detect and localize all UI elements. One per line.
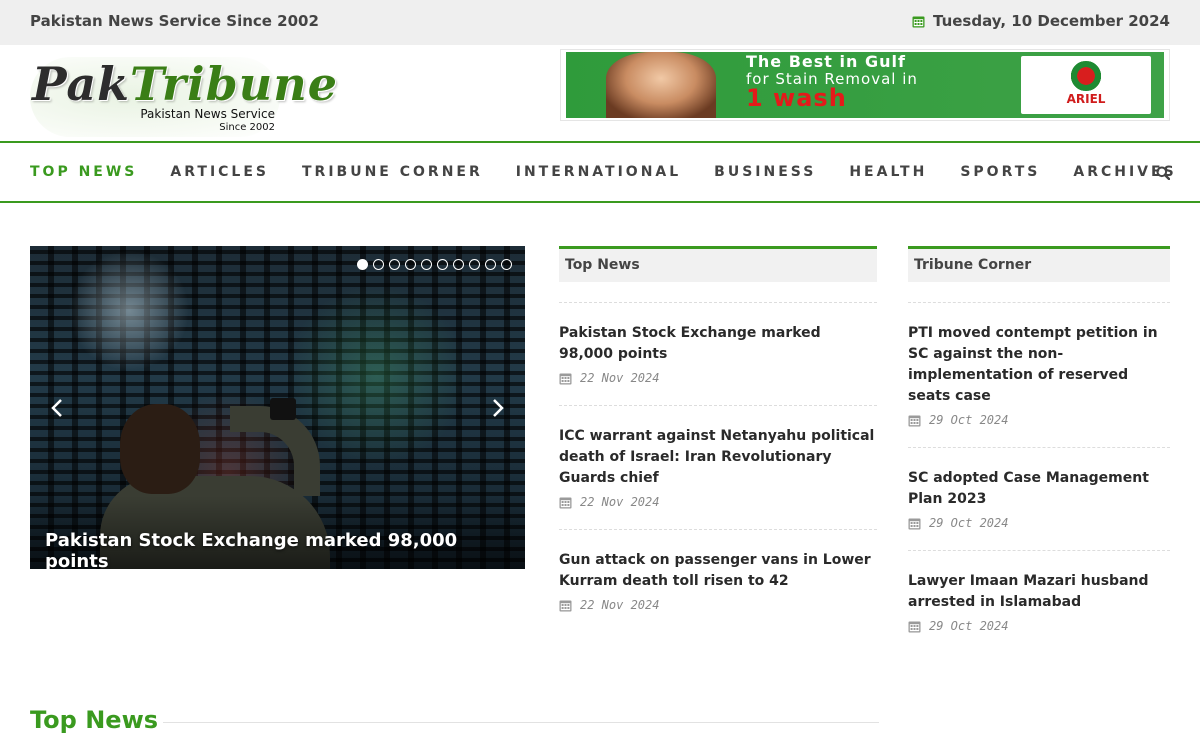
news-item: Lawyer Imaan Mazari husband arrested in … [908,551,1170,653]
calendar-icon [559,496,572,509]
ad-brand-logo: ARIEL [1021,56,1151,114]
news-item-title[interactable]: Gun attack on passenger vans in Lower Ku… [559,550,877,592]
nav-item-health[interactable]: HEALTH [849,164,927,180]
nav-item-tribune-corner[interactable]: TRIBUNE CORNER [302,164,483,180]
calendar-icon [912,15,925,28]
news-item-date-text: 29 Oct 2024 [929,516,1009,530]
tribune-corner-column: Tribune Corner PTI moved contempt petiti… [908,246,1170,653]
news-item-title[interactable]: SC adopted Case Management Plan 2023 [908,468,1170,510]
chevron-right-icon [493,399,504,417]
ad-brand-mark-icon [1066,61,1106,91]
slide-caption[interactable]: Pakistan Stock Exchange marked 98,000 po… [45,530,525,569]
news-item: PTI moved contempt petition in SC agains… [908,303,1170,448]
news-item-date: 22 Nov 2024 [559,371,877,385]
news-item: Pakistan Stock Exchange marked 98,000 po… [559,303,877,406]
slider-dot[interactable] [469,259,480,270]
news-item-date: 29 Oct 2024 [908,413,1170,427]
top-news-heading: Top News [559,246,877,282]
news-item-date-text: 22 Nov 2024 [580,495,660,509]
nav-item-business[interactable]: BUSINESS [714,164,816,180]
nav-item-articles[interactable]: ARTICLES [170,164,269,180]
calendar-icon [559,372,572,385]
date-text: Tuesday, 10 December 2024 [933,12,1170,30]
news-item-date-text: 22 Nov 2024 [580,598,660,612]
news-item-title[interactable]: Pakistan Stock Exchange marked 98,000 po… [559,323,877,365]
ad-brand-name: ARIEL [1066,92,1106,106]
top-bar: Pakistan News Service Since 2002 Tuesday… [0,0,1200,45]
logo-subtitle: Pakistan News Service [140,107,275,121]
person-head [120,404,200,494]
ad-highlight: 1 wash [746,84,847,112]
ad-banner[interactable]: The Best in Gulf for Stain Removal in 1 … [560,49,1170,121]
person-phone [270,398,296,420]
news-item-title[interactable]: ICC warrant against Netanyahu political … [559,426,877,489]
slider-dot[interactable] [501,259,512,270]
news-item-date-text: 29 Oct 2024 [929,619,1009,633]
site-tagline: Pakistan News Service Since 2002 [30,12,319,30]
nav-item-sports[interactable]: SPORTS [960,164,1040,180]
slider-dot[interactable] [421,259,432,270]
news-item-date-text: 22 Nov 2024 [580,371,660,385]
news-item: ICC warrant against Netanyahu political … [559,406,877,530]
news-item-date: 29 Oct 2024 [908,516,1170,530]
slider-dot[interactable] [405,259,416,270]
news-item-date: 22 Nov 2024 [559,598,877,612]
ad-headline: The Best in Gulf [746,52,906,71]
slider-dot[interactable] [389,259,400,270]
top-news-list: Pakistan Stock Exchange marked 98,000 po… [559,303,877,632]
slider-dot[interactable] [485,259,496,270]
current-date: Tuesday, 10 December 2024 [912,12,1170,30]
logo-part-pak: Pak [32,57,131,111]
logo-wordmark: PakTribune [32,57,338,111]
search-icon[interactable] [1156,165,1171,181]
tribune-corner-heading: Tribune Corner [908,246,1170,282]
slider-pagination [357,259,512,270]
slider-dot[interactable] [357,259,368,270]
tribune-corner-list: PTI moved contempt petition in SC agains… [908,303,1170,653]
nav-item-top-news[interactable]: TOP NEWS [30,164,137,180]
news-item: Gun attack on passenger vans in Lower Ku… [559,530,877,632]
top-news-column: Top News Pakistan Stock Exchange marked … [559,246,877,632]
section-heading-top-news: Top News [30,706,159,734]
slider-prev-button[interactable] [42,391,72,425]
ad-creative: The Best in Gulf for Stain Removal in 1 … [566,52,1164,118]
featured-slider[interactable]: Pakistan Stock Exchange marked 98,000 po… [30,246,525,569]
site-header: PakTribune Pakistan News Service Since 2… [0,45,1200,141]
main-nav: TOP NEWS ARTICLES TRIBUNE CORNER INTERNA… [0,141,1200,203]
nav-item-international[interactable]: INTERNATIONAL [516,164,681,180]
logo-since: Since 2002 [219,122,275,133]
calendar-icon [908,517,921,530]
section-divider [163,722,879,723]
news-item-title[interactable]: PTI moved contempt petition in SC agains… [908,323,1170,407]
calendar-icon [559,599,572,612]
calendar-icon [908,620,921,633]
chevron-left-icon [51,399,62,417]
slider-dot[interactable] [453,259,464,270]
ad-model-image [606,52,716,118]
slider-dot[interactable] [437,259,448,270]
slider-dot[interactable] [373,259,384,270]
news-item-title[interactable]: Lawyer Imaan Mazari husband arrested in … [908,571,1170,613]
site-logo[interactable]: PakTribune Pakistan News Service Since 2… [30,57,337,137]
calendar-icon [908,414,921,427]
news-item-date: 22 Nov 2024 [559,495,877,509]
logo-part-tribune: Tribune [130,57,338,111]
news-item: SC adopted Case Management Plan 2023 29 O… [908,448,1170,551]
news-item-date: 29 Oct 2024 [908,619,1170,633]
slider-next-button[interactable] [483,391,513,425]
news-item-date-text: 29 Oct 2024 [929,413,1009,427]
nav-menu: TOP NEWS ARTICLES TRIBUNE CORNER INTERNA… [30,143,1200,201]
